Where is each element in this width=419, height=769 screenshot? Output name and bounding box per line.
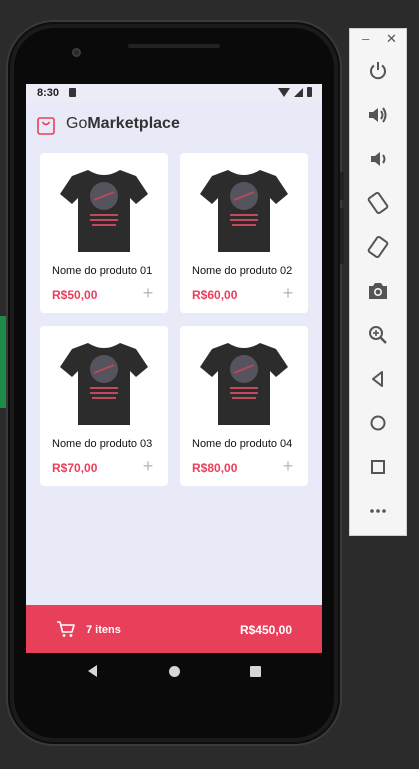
status-time: 8:30 [37, 87, 60, 99]
product-card[interactable]: Nome do produto 04 R$80,00 + [180, 326, 308, 486]
add-to-cart-plus-icon[interactable]: + [280, 284, 296, 302]
cart-total: R$450,00 [239, 623, 292, 637]
overview-icon[interactable] [366, 455, 390, 479]
phone-volume-keys [340, 208, 344, 264]
cart-items-count: 7 itens [86, 624, 121, 636]
add-to-cart-plus-icon[interactable]: + [280, 457, 296, 475]
phone-power-key [340, 172, 344, 200]
tshirt-image [60, 170, 148, 252]
android-nav-bar [26, 653, 322, 691]
emulator-titlebar: – ✕ [350, 29, 408, 51]
product-card[interactable]: Nome do produto 02 R$60,00 + [180, 153, 308, 313]
camera-icon[interactable] [366, 279, 390, 303]
back-icon[interactable] [88, 665, 97, 677]
emulator-toolbar: – ✕ [349, 28, 407, 536]
more-icon[interactable] [366, 499, 390, 523]
add-to-cart-plus-icon[interactable]: + [140, 457, 156, 475]
product-card[interactable]: Nome do produto 03 R$70,00 + [40, 326, 168, 486]
app-title: GoMarketplace [66, 115, 180, 133]
app-screen: 8:30 GoMarketplace Nome do produto 01 R$… [26, 84, 322, 653]
cart-icon [57, 621, 75, 637]
rotate-right-icon[interactable] [366, 235, 390, 259]
product-price: R$50,00 [52, 288, 98, 302]
product-price: R$60,00 [192, 288, 238, 302]
shopping-bag-icon [37, 117, 55, 135]
earpiece-speaker [128, 44, 220, 48]
overview-icon[interactable] [250, 666, 261, 677]
battery-icon [307, 87, 312, 97]
rotate-left-icon[interactable] [366, 191, 390, 215]
brand-prefix: Go [66, 115, 88, 132]
status-bar: 8:30 [26, 84, 322, 102]
product-title: Nome do produto 01 [52, 265, 153, 277]
close-button[interactable]: ✕ [386, 31, 397, 47]
power-icon[interactable] [366, 59, 390, 83]
app-header: GoMarketplace [26, 102, 322, 148]
volume-down-icon[interactable] [366, 147, 390, 171]
back-icon[interactable] [366, 367, 390, 391]
product-price: R$70,00 [52, 461, 98, 475]
front-camera [72, 48, 81, 57]
tshirt-image [60, 343, 148, 425]
product-card[interactable]: Nome do produto 01 R$50,00 + [40, 153, 168, 313]
brand-suffix: Marketplace [87, 115, 180, 132]
product-title: Nome do produto 02 [192, 265, 293, 277]
wifi-icon [278, 87, 290, 97]
notification-icon [69, 88, 76, 97]
product-title: Nome do produto 04 [192, 438, 293, 450]
product-title: Nome do produto 03 [52, 438, 153, 450]
tshirt-image [200, 170, 288, 252]
minimize-button[interactable]: – [362, 31, 369, 46]
add-to-cart-plus-icon[interactable]: + [140, 284, 156, 302]
volume-up-icon[interactable] [366, 103, 390, 127]
home-icon[interactable] [366, 411, 390, 435]
signal-icon [294, 87, 303, 97]
zoom-icon[interactable] [366, 323, 390, 347]
tshirt-image [200, 343, 288, 425]
status-icons [278, 87, 312, 97]
home-icon[interactable] [169, 666, 180, 677]
cart-footer[interactable]: 7 itens R$450,00 [26, 605, 322, 653]
product-price: R$80,00 [192, 461, 238, 475]
